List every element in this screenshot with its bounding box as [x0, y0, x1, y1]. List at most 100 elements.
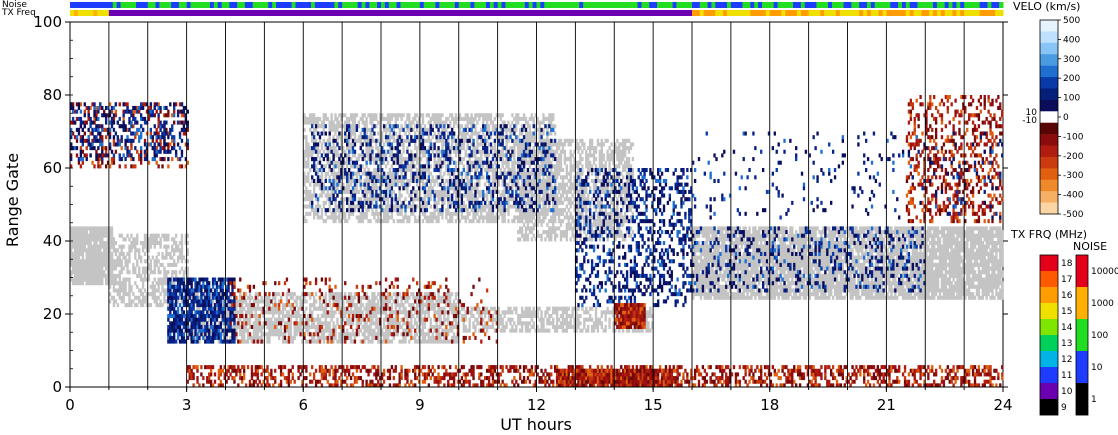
data-cell — [239, 317, 242, 322]
noise-bar-segment — [649, 2, 654, 8]
data-cell — [738, 248, 741, 253]
data-cell — [480, 314, 483, 319]
data-cell — [132, 262, 135, 267]
data-cell — [256, 303, 259, 308]
txfreq-bar-segment — [291, 10, 296, 16]
txfreq-bar-segment — [233, 10, 238, 16]
data-cell — [468, 321, 471, 326]
txfreq-bar-segment — [625, 10, 631, 16]
txfreq-bar-segment — [221, 10, 226, 16]
data-cell — [843, 233, 846, 238]
data-cell — [118, 277, 121, 282]
txfreq-bar-segment — [81, 10, 87, 16]
data-cell — [717, 248, 720, 253]
data-cell — [746, 292, 749, 297]
txfreq-bar-segment — [128, 10, 133, 16]
noise-bar-segment — [369, 2, 374, 8]
data-cell — [587, 310, 590, 315]
data-cell — [820, 233, 823, 238]
noise-bar-segment — [598, 2, 604, 8]
txfreq-bar-segment — [995, 10, 1000, 16]
data-cell — [167, 233, 170, 238]
noise-bar-segment — [291, 2, 296, 8]
noise-bar-segment — [330, 2, 335, 8]
data-cell — [719, 270, 722, 275]
noise-bar-segment — [373, 2, 378, 8]
data-cell — [423, 335, 427, 340]
data-cell — [171, 244, 174, 249]
data-cell — [277, 314, 281, 319]
txfreq-bar-segment — [182, 10, 188, 16]
txfreq-bar-segment — [342, 10, 347, 16]
txfreq-bar-segment — [388, 10, 394, 16]
noise-bar-segment — [773, 2, 779, 8]
data-cell — [896, 295, 899, 300]
data-cell — [423, 314, 427, 319]
data-cell — [101, 281, 104, 286]
data-cell — [513, 321, 516, 326]
noise-bar-segment — [754, 2, 759, 8]
data-cell — [346, 328, 349, 333]
noise-bar-segment — [999, 2, 1004, 8]
data-cell — [793, 248, 796, 253]
data-cell — [114, 251, 118, 256]
txfreq-bar-segment — [338, 10, 343, 16]
noise-bar-segment — [625, 2, 631, 8]
data-cell — [373, 292, 376, 297]
noise-bar-segment — [202, 2, 207, 8]
txfreq-bar-segment — [796, 10, 802, 16]
noise-bar-segment — [979, 2, 985, 8]
data-cell — [839, 237, 843, 242]
txfreq-status-bar — [70, 10, 1004, 16]
txfreq-bar-segment — [664, 10, 670, 16]
data-cell — [707, 233, 710, 238]
data-cell — [268, 335, 271, 340]
data-cell — [112, 244, 116, 249]
data-cell — [277, 335, 281, 340]
data-cell — [592, 328, 596, 333]
data-cell — [750, 295, 753, 300]
txfreq-bar-segment — [229, 10, 234, 16]
data-cell — [505, 324, 508, 329]
noise-bar-segment — [657, 2, 662, 8]
txfreq-bar-segment — [423, 10, 429, 16]
noise-bar-segment — [890, 2, 895, 8]
noise-bar-segment — [960, 2, 965, 8]
data-cell — [122, 299, 125, 304]
data-cell — [783, 241, 786, 246]
data-cell — [182, 255, 186, 260]
data-cell — [312, 321, 316, 326]
data-cell — [447, 314, 450, 319]
data-cell — [839, 292, 843, 297]
txfreq-bar-segment — [971, 10, 977, 16]
txfreq-bar-segment — [381, 10, 386, 16]
data-cell — [474, 328, 477, 333]
data-cell — [353, 295, 357, 300]
txfreq-bar-segment — [960, 10, 965, 16]
noise-bar-segment — [85, 2, 90, 8]
txfreq-bar-segment — [633, 10, 639, 16]
txfreq-bar-segment — [999, 10, 1004, 16]
data-cell — [452, 332, 456, 337]
data-cell — [344, 292, 347, 297]
data-cell — [474, 324, 477, 329]
noise-bar-segment — [995, 2, 1000, 8]
data-cell — [149, 262, 153, 267]
data-cell — [295, 303, 298, 308]
data-cell — [349, 335, 353, 340]
data-cell — [349, 306, 353, 311]
txfreq-bar-segment — [575, 10, 580, 16]
noise-bar-segment — [311, 2, 316, 8]
data-cell — [174, 233, 178, 238]
data-cell — [124, 237, 127, 242]
data-cell — [89, 241, 92, 246]
data-cell — [274, 295, 277, 300]
txfreq-bar-segment — [870, 10, 876, 16]
data-cell — [279, 324, 283, 329]
txfreq-bar-segment — [936, 10, 942, 16]
noise-bar-segment — [497, 2, 503, 8]
txfreq-bar-segment — [695, 10, 701, 16]
noise-bar-segment — [264, 2, 269, 8]
noise-bar-segment — [443, 2, 448, 8]
data-cell — [791, 230, 794, 235]
